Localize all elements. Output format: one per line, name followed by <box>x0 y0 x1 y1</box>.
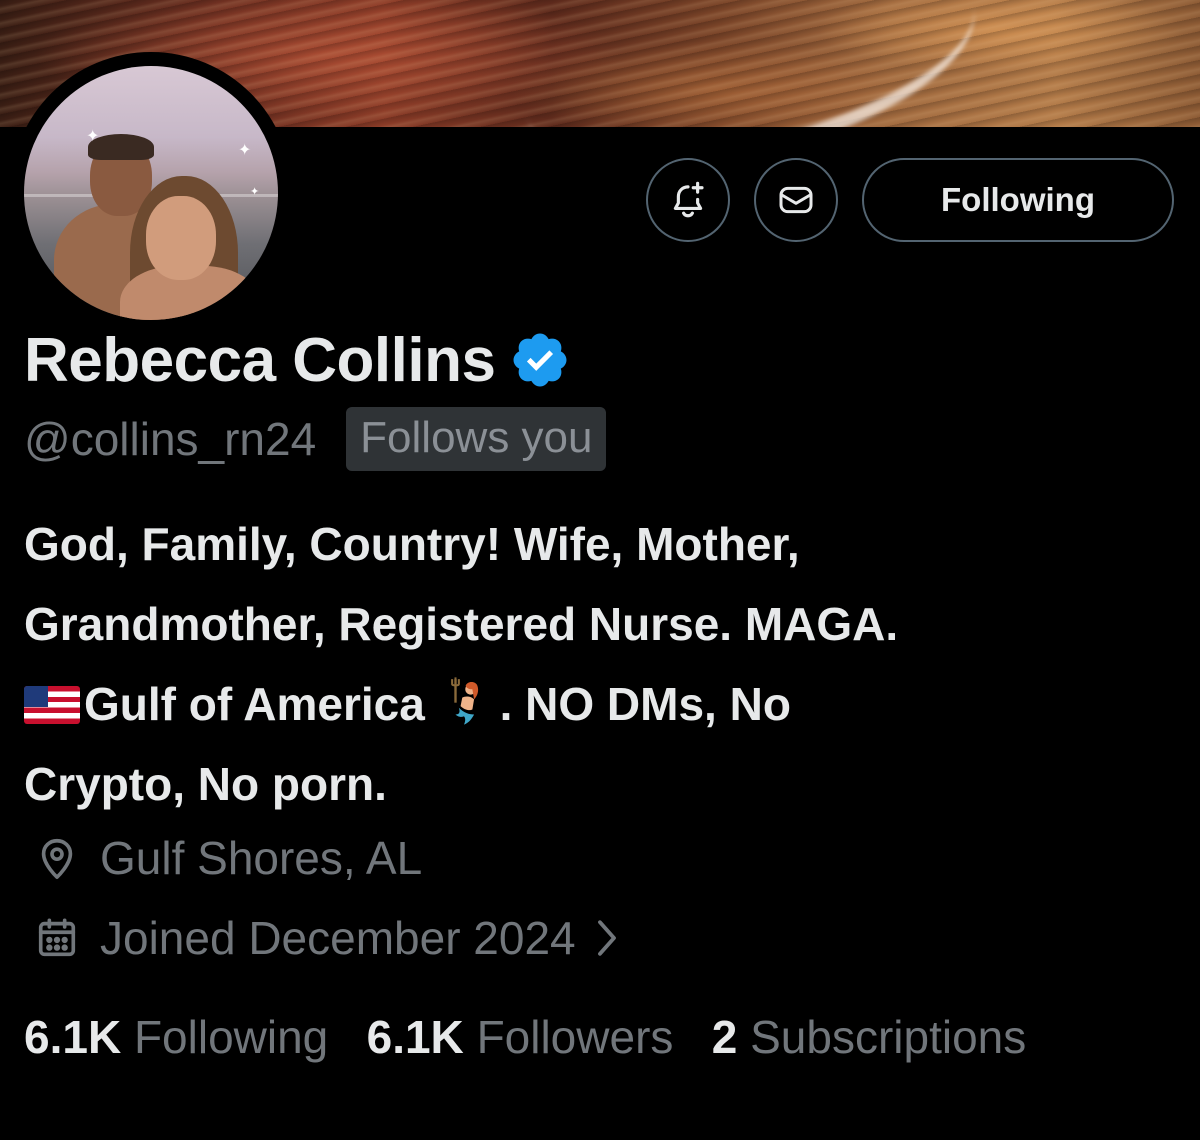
following-count: 6.1K <box>24 1011 122 1063</box>
followers-label: Followers <box>476 1011 674 1063</box>
joined-text: Joined December 2024 <box>100 912 576 964</box>
user-handle: @collins_rn24 <box>24 413 317 465</box>
following-label: Following <box>133 1011 329 1063</box>
message-button[interactable] <box>754 158 838 242</box>
joined-row[interactable]: Joined December 2024 <box>30 906 620 970</box>
sparkle-icon: ✦ <box>86 126 100 145</box>
followers-count: 6.1K <box>366 1011 464 1063</box>
subscriptions-stat[interactable]: 2 Subscriptions <box>712 1011 1027 1063</box>
banner-wave <box>504 0 996 127</box>
avatar[interactable]: ✦ ✦ ✦ <box>24 66 278 320</box>
bio-line: God, Family, Country! Wife, Mother, <box>24 518 800 570</box>
avatar-figure-woman-face <box>146 196 216 280</box>
verified-badge-icon[interactable] <box>509 329 571 391</box>
following-stat[interactable]: 6.1K Following <box>24 1011 328 1063</box>
bio-line: Crypto, No porn. <box>24 758 387 810</box>
subscriptions-label: Subscriptions <box>750 1011 1027 1063</box>
mermaid-icon <box>450 677 478 725</box>
location-text: Gulf Shores, AL <box>100 832 423 884</box>
followers-stat[interactable]: 6.1K Followers <box>367 1011 674 1063</box>
subscriptions-count: 2 <box>711 1011 738 1063</box>
handle-row: @collins_rn24 Follows you <box>24 406 607 472</box>
envelope-icon <box>779 186 813 214</box>
profile-stats: 6.1K Following 6.1K Followers 2 Subscrip… <box>24 1004 1184 1070</box>
bio-text: Gulf of America <box>84 678 425 730</box>
sparkle-icon: ✦ <box>250 185 260 198</box>
calendar-icon <box>30 911 84 965</box>
avatar-frame[interactable]: ✦ ✦ ✦ <box>10 52 292 334</box>
location-row: Gulf Shores, AL <box>30 826 422 890</box>
following-button[interactable]: Following <box>862 158 1174 242</box>
us-flag-icon <box>24 686 80 724</box>
chevron-right-icon[interactable] <box>594 917 620 959</box>
bio-line: Gulf of America . NO DMs, No <box>24 664 1184 744</box>
bio-line: Grandmother, Registered Nurse. MAGA. <box>24 598 899 650</box>
sparkle-icon: ✦ <box>238 140 252 159</box>
notifications-button[interactable] <box>646 158 730 242</box>
bio-text: . NO DMs, No <box>499 678 791 730</box>
display-name: Rebecca Collins <box>24 325 496 395</box>
follows-you-badge: Follows you <box>346 407 607 471</box>
profile-bio: God, Family, Country! Wife, Mother, Gran… <box>24 504 1184 824</box>
name-row: Rebecca Collins <box>24 322 571 398</box>
bell-plus-icon <box>673 181 704 218</box>
location-pin-icon <box>30 831 84 885</box>
